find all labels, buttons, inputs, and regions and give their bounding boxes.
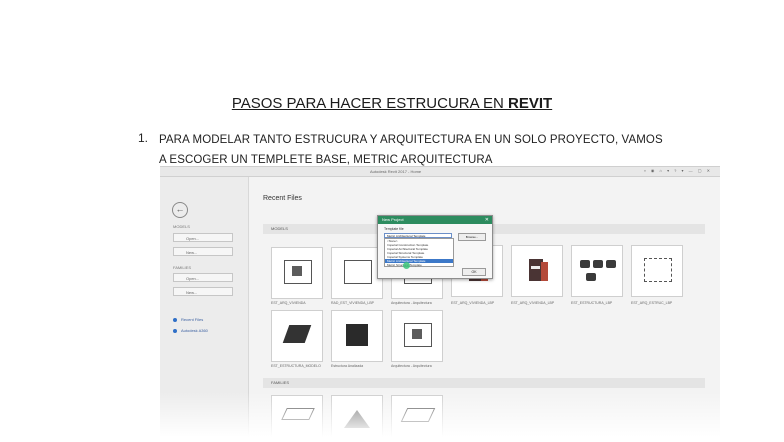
mouse-cursor-icon: [403, 262, 410, 269]
models-new-button[interactable]: New...: [173, 247, 233, 256]
families-section-bar[interactable]: FAMILIES: [263, 378, 705, 388]
families-open-button[interactable]: Open...: [173, 273, 233, 282]
families-header: FAMILIES: [173, 265, 192, 270]
title-prefix: PASOS PARA HACER ESTRUCURA EN: [231, 95, 508, 112]
model-label: EST_ARQ_VIVIENDA_LBP: [511, 301, 555, 305]
close-icon[interactable]: ✕: [485, 216, 489, 224]
model-label: EST_ARQ_VIVIENDA_LBP: [451, 301, 495, 305]
model-thumbnail[interactable]: [571, 245, 623, 297]
step-text: PARA MODELAR TANTO ESTRUCURA Y ARQUITECT…: [159, 130, 719, 170]
model-label: Arquitectura - Arquitectura: [391, 301, 432, 305]
template-list[interactable]: <None> Imperial Construction Template Im…: [384, 238, 454, 267]
template-option[interactable]: Metric Structural Template: [385, 263, 453, 267]
template-label: Template file: [384, 227, 404, 231]
recent-files-icon: [173, 317, 177, 322]
new-project-dialog: New Project ✕ Template file Metric Archit…: [377, 215, 493, 279]
recent-files-title: Recent Files: [263, 195, 302, 202]
a360-icon: [173, 328, 177, 333]
models-open-button[interactable]: Open...: [173, 233, 233, 242]
revit-screenshot: Autodesk Revit 2017 - Home ▪ ◉ ⌂ ▾ ? ▾ —…: [160, 166, 720, 442]
bottom-fade: [160, 392, 720, 442]
slide-title: PASOS PARA HACER ESTRUCURA EN REVIT: [0, 95, 784, 112]
a360-link[interactable]: Autodesk A360: [173, 328, 208, 333]
window-title: Autodesk Revit 2017 - Home: [370, 169, 422, 174]
model-label: EST_ESTRUCTURA_MODELO: [271, 364, 321, 368]
model-thumbnail[interactable]: [511, 245, 563, 297]
recent-files-label: Recent Files: [181, 317, 204, 322]
model-thumbnail[interactable]: [631, 245, 683, 297]
title-brand: REVIT: [508, 95, 553, 112]
model-label: EST_ARQ_VIVIENDA: [271, 301, 306, 305]
model-label: Arquitectura - Arquitectura: [391, 364, 432, 368]
model-label: Estructura Analizada: [331, 364, 364, 368]
model-thumbnail[interactable]: [271, 310, 323, 362]
browse-button[interactable]: Browse...: [458, 233, 486, 241]
window-titlebar: Autodesk Revit 2017 - Home ▪ ◉ ⌂ ▾ ? ▾ —…: [160, 167, 720, 177]
step-number: 1.: [138, 131, 149, 145]
model-thumbnail[interactable]: [331, 310, 383, 362]
slide-title-text: PASOS PARA HACER ESTRUCURA EN REVIT: [232, 95, 552, 112]
window-toolbar[interactable]: ▪ ◉ ⌂ ▾ ? ▾ — ▢ ✕: [644, 168, 712, 173]
families-new-button[interactable]: New...: [173, 287, 233, 296]
dialog-title: New Project ✕: [378, 216, 492, 224]
model-label: EST_ARQ_ESTRUC_LBP: [631, 301, 673, 305]
model-thumbnail[interactable]: [331, 247, 383, 299]
model-label: EST_ESTRUCTURA_LBP: [571, 301, 613, 305]
step-line-1: PARA MODELAR TANTO ESTRUCURA Y ARQUITECT…: [159, 134, 663, 146]
a360-label: Autodesk A360: [181, 328, 208, 333]
model-label: RAD_EST_VIVIENDA_LBP: [331, 301, 374, 305]
model-thumbnail[interactable]: [391, 310, 443, 362]
ok-button[interactable]: OK: [462, 268, 486, 276]
model-thumbnail[interactable]: [271, 247, 323, 299]
back-arrow-icon[interactable]: ←: [172, 202, 188, 218]
recent-files-link[interactable]: Recent Files: [173, 317, 203, 322]
models-header: MODELS: [173, 224, 190, 229]
